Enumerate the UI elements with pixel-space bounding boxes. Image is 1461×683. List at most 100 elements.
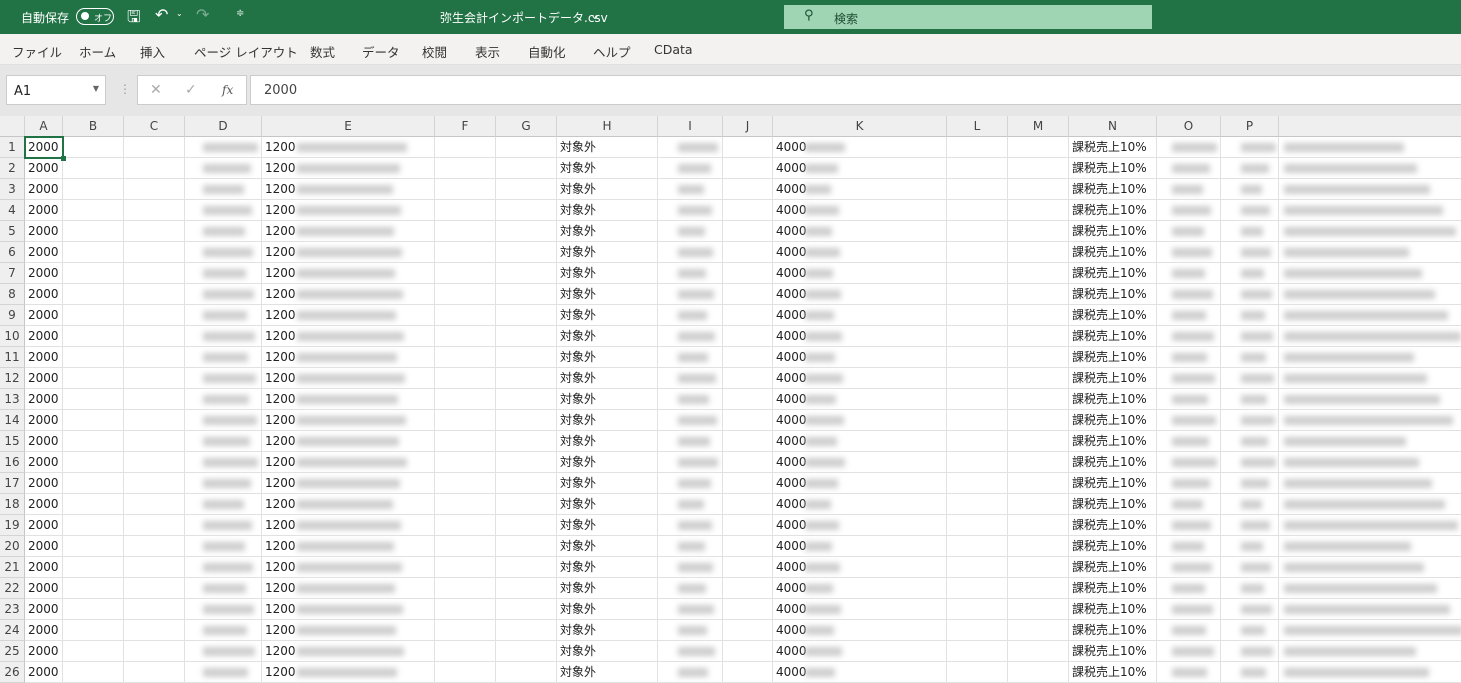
cell-M17[interactable] [1008, 473, 1069, 494]
cell-P7[interactable] [1221, 263, 1279, 284]
dropdown-icon[interactable]: ▼ [93, 84, 99, 93]
cell-B17[interactable] [63, 473, 124, 494]
cell-B8[interactable] [63, 284, 124, 305]
cell-I17[interactable] [658, 473, 723, 494]
cell-P25[interactable] [1221, 641, 1279, 662]
cell-O13[interactable] [1157, 389, 1221, 410]
cell-F24[interactable] [435, 620, 496, 641]
cell-D4[interactable] [185, 200, 262, 221]
cell-I8[interactable] [658, 284, 723, 305]
row-header[interactable]: 14 [0, 410, 25, 431]
cell-M11[interactable] [1008, 347, 1069, 368]
cell-L8[interactable] [947, 284, 1008, 305]
search-box[interactable]: ⚲ 検索 [784, 5, 1152, 29]
cell-I2[interactable] [658, 158, 723, 179]
cell-C23[interactable] [124, 599, 185, 620]
cell-M3[interactable] [1008, 179, 1069, 200]
cell-G24[interactable] [496, 620, 557, 641]
cell-P2[interactable] [1221, 158, 1279, 179]
cell-L14[interactable] [947, 410, 1008, 431]
cell-D16[interactable] [185, 452, 262, 473]
cell-I21[interactable] [658, 557, 723, 578]
cell-E13[interactable]: 1200 [262, 389, 435, 410]
cell-A22[interactable]: 2000 [25, 578, 63, 599]
ribbon-tab-10[interactable]: CData [654, 42, 693, 57]
cell-F22[interactable] [435, 578, 496, 599]
cell-K1[interactable]: 4000 [773, 137, 947, 158]
cell-Q5[interactable] [1279, 221, 1461, 242]
cell-A19[interactable]: 2000 [25, 515, 63, 536]
cell-J13[interactable] [723, 389, 773, 410]
cell-K23[interactable]: 4000 [773, 599, 947, 620]
cell-G22[interactable] [496, 578, 557, 599]
cell-C12[interactable] [124, 368, 185, 389]
cell-C6[interactable] [124, 242, 185, 263]
cell-M8[interactable] [1008, 284, 1069, 305]
cell-H23[interactable]: 対象外 [557, 599, 658, 620]
row-header[interactable]: 2 [0, 158, 25, 179]
cell-K2[interactable]: 4000 [773, 158, 947, 179]
cell-I15[interactable] [658, 431, 723, 452]
cell-Q15[interactable] [1279, 431, 1461, 452]
cell-B18[interactable] [63, 494, 124, 515]
cell-K10[interactable]: 4000 [773, 326, 947, 347]
cell-Q24[interactable] [1279, 620, 1461, 641]
column-header-K[interactable]: K [773, 116, 947, 137]
cell-J17[interactable] [723, 473, 773, 494]
ribbon-tab-1[interactable]: ホーム [79, 42, 116, 61]
cell-N16[interactable]: 課税売上10% [1069, 452, 1157, 473]
cell-O19[interactable] [1157, 515, 1221, 536]
cell-O22[interactable] [1157, 578, 1221, 599]
cell-I24[interactable] [658, 620, 723, 641]
ribbon-tab-2[interactable]: 挿入 [140, 42, 165, 61]
cell-L6[interactable] [947, 242, 1008, 263]
cell-G11[interactable] [496, 347, 557, 368]
cell-H10[interactable]: 対象外 [557, 326, 658, 347]
cell-L12[interactable] [947, 368, 1008, 389]
cell-L21[interactable] [947, 557, 1008, 578]
cell-H18[interactable]: 対象外 [557, 494, 658, 515]
cell-N21[interactable]: 課税売上10% [1069, 557, 1157, 578]
cell-P9[interactable] [1221, 305, 1279, 326]
cell-M1[interactable] [1008, 137, 1069, 158]
cell-P19[interactable] [1221, 515, 1279, 536]
cell-Q18[interactable] [1279, 494, 1461, 515]
cell-L7[interactable] [947, 263, 1008, 284]
column-header-I[interactable]: I [658, 116, 723, 137]
cell-D10[interactable] [185, 326, 262, 347]
cell-Q12[interactable] [1279, 368, 1461, 389]
row-header[interactable]: 10 [0, 326, 25, 347]
cell-P16[interactable] [1221, 452, 1279, 473]
cell-I20[interactable] [658, 536, 723, 557]
cell-I14[interactable] [658, 410, 723, 431]
cell-E22[interactable]: 1200 [262, 578, 435, 599]
cell-H11[interactable]: 対象外 [557, 347, 658, 368]
cell-G2[interactable] [496, 158, 557, 179]
row-header[interactable]: 8 [0, 284, 25, 305]
cell-B24[interactable] [63, 620, 124, 641]
ribbon-tab-9[interactable]: ヘルプ [593, 42, 631, 61]
cell-Q21[interactable] [1279, 557, 1461, 578]
cell-Q13[interactable] [1279, 389, 1461, 410]
drag-handle-icon[interactable]: ⋮ [119, 82, 131, 96]
cell-J18[interactable] [723, 494, 773, 515]
cell-H17[interactable]: 対象外 [557, 473, 658, 494]
cell-K15[interactable]: 4000 [773, 431, 947, 452]
cell-J5[interactable] [723, 221, 773, 242]
cell-N23[interactable]: 課税売上10% [1069, 599, 1157, 620]
cell-B15[interactable] [63, 431, 124, 452]
cell-N7[interactable]: 課税売上10% [1069, 263, 1157, 284]
cell-Q3[interactable] [1279, 179, 1461, 200]
cell-O5[interactable] [1157, 221, 1221, 242]
cell-D13[interactable] [185, 389, 262, 410]
cell-L5[interactable] [947, 221, 1008, 242]
row-header[interactable]: 5 [0, 221, 25, 242]
cell-H9[interactable]: 対象外 [557, 305, 658, 326]
cell-L22[interactable] [947, 578, 1008, 599]
cell-G23[interactable] [496, 599, 557, 620]
cell-L25[interactable] [947, 641, 1008, 662]
cell-A20[interactable]: 2000 [25, 536, 63, 557]
column-header-F[interactable]: F [435, 116, 496, 137]
cell-N1[interactable]: 課税売上10% [1069, 137, 1157, 158]
cell-J7[interactable] [723, 263, 773, 284]
